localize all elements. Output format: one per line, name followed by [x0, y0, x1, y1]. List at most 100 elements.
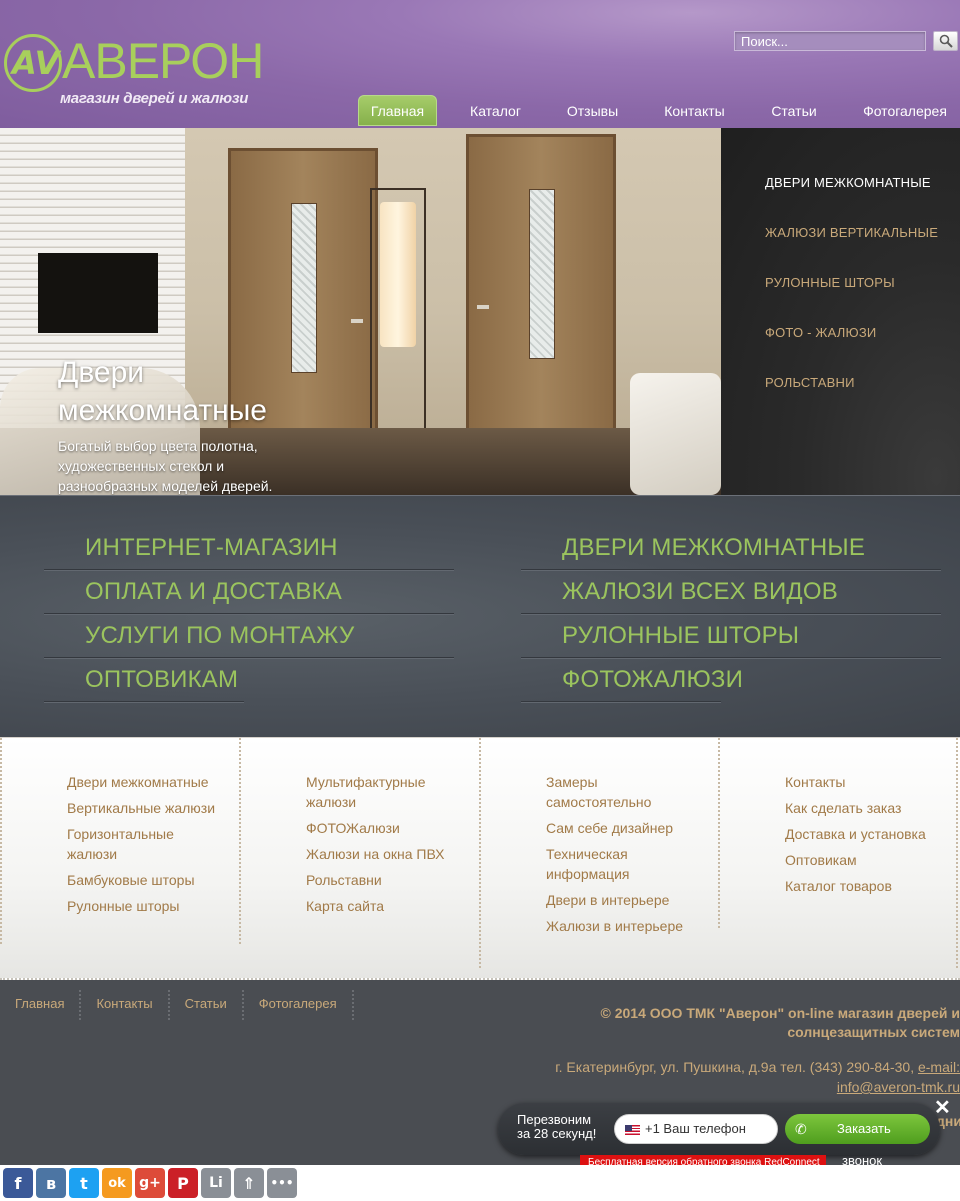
tv [38, 253, 158, 333]
link-blinds-interior[interactable]: Жалюзи в интерьере [546, 916, 683, 936]
callback-order-button[interactable]: ✆ Заказать [785, 1114, 930, 1144]
link-self-measure[interactable]: Замеры самостоятельно [546, 772, 676, 812]
slide-caption: Двери межкомнатные Богатый выбор цвета п… [58, 354, 318, 495]
address: г. Екатеринбург, ул. Пушкина, д.9а тел. … [520, 1057, 960, 1097]
door-handle [477, 305, 489, 309]
slider-menu-vertical-blinds[interactable]: ЖАЛЮЗИ ВЕРТИКАЛЬНЫЕ [765, 225, 938, 240]
footer-nav: Главная Контакты Статьи Фотогалерея [0, 990, 354, 1020]
close-icon[interactable]: ✕ [934, 1098, 951, 1118]
facebook-icon[interactable]: f [3, 1168, 33, 1198]
site-header: AV АВЕРОН магазин дверей и жалюзи Главна… [0, 0, 960, 128]
main-nav: Главная Каталог Отзывы Контакты Статьи Ф… [358, 95, 960, 128]
share-bar: f в t ok g+ P Li ⇑ ••• [0, 1165, 960, 1201]
link-self-designer[interactable]: Сам себе дизайнер [546, 818, 673, 838]
divider [239, 738, 241, 944]
nav-articles[interactable]: Статьи [758, 95, 830, 126]
divider [956, 738, 958, 968]
nav-catalog[interactable]: Каталог [437, 95, 554, 126]
vk-icon[interactable]: в [36, 1168, 66, 1198]
door-right [466, 134, 616, 464]
band-link-payment[interactable]: ОПЛАТА И ДОСТАВКА [44, 570, 454, 614]
band-left-column: ИНТЕРНЕТ-МАГАЗИН ОПЛАТА И ДОСТАВКА УСЛУГ… [44, 526, 454, 702]
slider-menu-doors[interactable]: ДВЕРИ МЕЖКОМНАТНЫЕ [765, 175, 931, 190]
logo-mark: AV [12, 44, 60, 82]
link-multifactor-blinds[interactable]: Мультифактурные жалюзи [306, 772, 446, 812]
link-catalog[interactable]: Каталог товаров [785, 876, 892, 896]
band-link-wholesale[interactable]: ОПТОВИКАМ [44, 658, 244, 702]
slide-description: Богатый выбор цвета полотна, художествен… [58, 438, 273, 494]
nav-gallery[interactable]: Фотогалерея [830, 95, 960, 126]
email-link[interactable]: info@averon-tmk.ru [837, 1079, 960, 1095]
band-right-column: ДВЕРИ МЕЖКОМНАТНЫЕ ЖАЛЮЗИ ВСЕХ ВИДОВ РУЛ… [521, 526, 941, 702]
search-button[interactable] [933, 31, 958, 51]
footer-nav-articles[interactable]: Статьи [170, 990, 244, 1020]
copyright-line-1: © 2014 ООО ТМК "Аверон" on-line магазин … [600, 1005, 960, 1021]
copyright: © 2014 ООО ТМК "Аверон" on-line магазин … [540, 1004, 960, 1042]
link-sitemap[interactable]: Карта сайта [306, 896, 384, 916]
link-vertical-blinds[interactable]: Вертикальные жалюзи [67, 798, 215, 818]
footer-links: Двери межкомнатные Вертикальные жалюзи Г… [0, 737, 960, 980]
hero-slider: Двери межкомнатные Богатый выбор цвета п… [0, 128, 960, 495]
callback-button-label: Заказать [837, 1121, 891, 1136]
slider-menu-shutters[interactable]: РОЛЬСТАВНИ [765, 375, 855, 390]
slide-title: Двери межкомнатные [58, 356, 267, 427]
magnifier-icon [939, 34, 953, 48]
band-link-doors[interactable]: ДВЕРИ МЕЖКОМНАТНЫЕ [521, 526, 941, 570]
callback-text-line-1: Перезвоним [517, 1112, 592, 1127]
liveinternet-icon[interactable]: Li [201, 1168, 231, 1198]
divider [479, 738, 481, 968]
band-link-roller-shades[interactable]: РУЛОННЫЕ ШТОРЫ [521, 614, 941, 658]
link-doors-interior[interactable]: Двери в интерьере [546, 890, 669, 910]
callback-widget: Перезвоним за 28 секунд! +1 Ваш телефон … [498, 1103, 940, 1155]
link-how-to-order[interactable]: Как сделать заказ [785, 798, 901, 818]
odnoklassniki-icon[interactable]: ok [102, 1168, 132, 1198]
nav-contacts[interactable]: Контакты [631, 95, 758, 126]
site-logo[interactable]: AV АВЕРОН магазин дверей и жалюзи [2, 30, 264, 110]
slider-menu-roller-shades[interactable]: РУЛОННЫЕ ШТОРЫ [765, 275, 895, 290]
copyright-line-2: солнцезащитных систем [787, 1024, 960, 1040]
link-tech-info[interactable]: Техническая информация [546, 844, 676, 884]
band-link-installation[interactable]: УСЛУГИ ПО МОНТАЖУ [44, 614, 454, 658]
band-link-photo-blinds[interactable]: ФОТОЖАЛЮЗИ [521, 658, 743, 702]
divider [718, 738, 720, 928]
slider-menu-photo-blinds[interactable]: ФОТО - ЖАЛЮЗИ [765, 325, 876, 340]
callback-text: Перезвоним за 28 секунд! [517, 1113, 596, 1141]
search-input[interactable] [734, 31, 926, 51]
up-arrows-icon[interactable]: ⇑ [234, 1168, 264, 1198]
google-plus-icon[interactable]: g+ [135, 1168, 165, 1198]
band-link-blinds[interactable]: ЖАЛЮЗИ ВСЕХ ВИДОВ [521, 570, 941, 614]
more-icon[interactable]: ••• [267, 1168, 297, 1198]
nav-reviews[interactable]: Отзывы [554, 95, 631, 126]
door-glass [529, 189, 555, 359]
link-wholesale[interactable]: Оптовикам [785, 850, 857, 870]
divider [0, 738, 2, 944]
door-handle [351, 319, 363, 323]
link-roller-shades[interactable]: Рулонные шторы [67, 896, 179, 916]
slider-menu: ДВЕРИ МЕЖКОМНАТНЫЕ ЖАЛЮЗИ ВЕРТИКАЛЬНЫЕ Р… [721, 128, 960, 495]
link-bamboo-shades[interactable]: Бамбуковые шторы [67, 870, 195, 890]
footer-nav-home[interactable]: Главная [0, 990, 82, 1020]
link-delivery[interactable]: Доставка и установка [785, 824, 926, 844]
link-horizontal-blinds[interactable]: Горизонтальные жалюзи [67, 824, 207, 864]
us-flag-icon [625, 1125, 640, 1135]
twitter-icon[interactable]: t [69, 1168, 99, 1198]
link-pvc-window-blinds[interactable]: Жалюзи на окна ПВХ [306, 844, 445, 864]
armchair [630, 373, 721, 495]
callback-phone-input[interactable]: +1 Ваш телефон [614, 1114, 778, 1144]
phone-icon: ✆ [795, 1121, 807, 1137]
logo-name: АВЕРОН [62, 33, 264, 89]
email-label[interactable]: e-mail: [918, 1059, 960, 1075]
nav-home[interactable]: Главная [358, 95, 437, 126]
callback-phone-placeholder: +1 Ваш телефон [645, 1121, 746, 1136]
address-text: г. Екатеринбург, ул. Пушкина, д.9а тел. … [555, 1059, 915, 1075]
link-contacts[interactable]: Контакты [785, 772, 845, 792]
footer-nav-gallery[interactable]: Фотогалерея [244, 990, 354, 1020]
pinterest-icon[interactable]: P [168, 1168, 198, 1198]
door-glass [291, 203, 317, 373]
link-photo-blinds[interactable]: ФОТОЖалюзи [306, 818, 400, 838]
link-shutters[interactable]: Рольставни [306, 870, 382, 890]
footer-nav-contacts[interactable]: Контакты [81, 990, 170, 1020]
lamp-shade [380, 202, 416, 347]
band-link-shop[interactable]: ИНТЕРНЕТ-МАГАЗИН [44, 526, 454, 570]
link-doors[interactable]: Двери межкомнатные [67, 772, 209, 792]
